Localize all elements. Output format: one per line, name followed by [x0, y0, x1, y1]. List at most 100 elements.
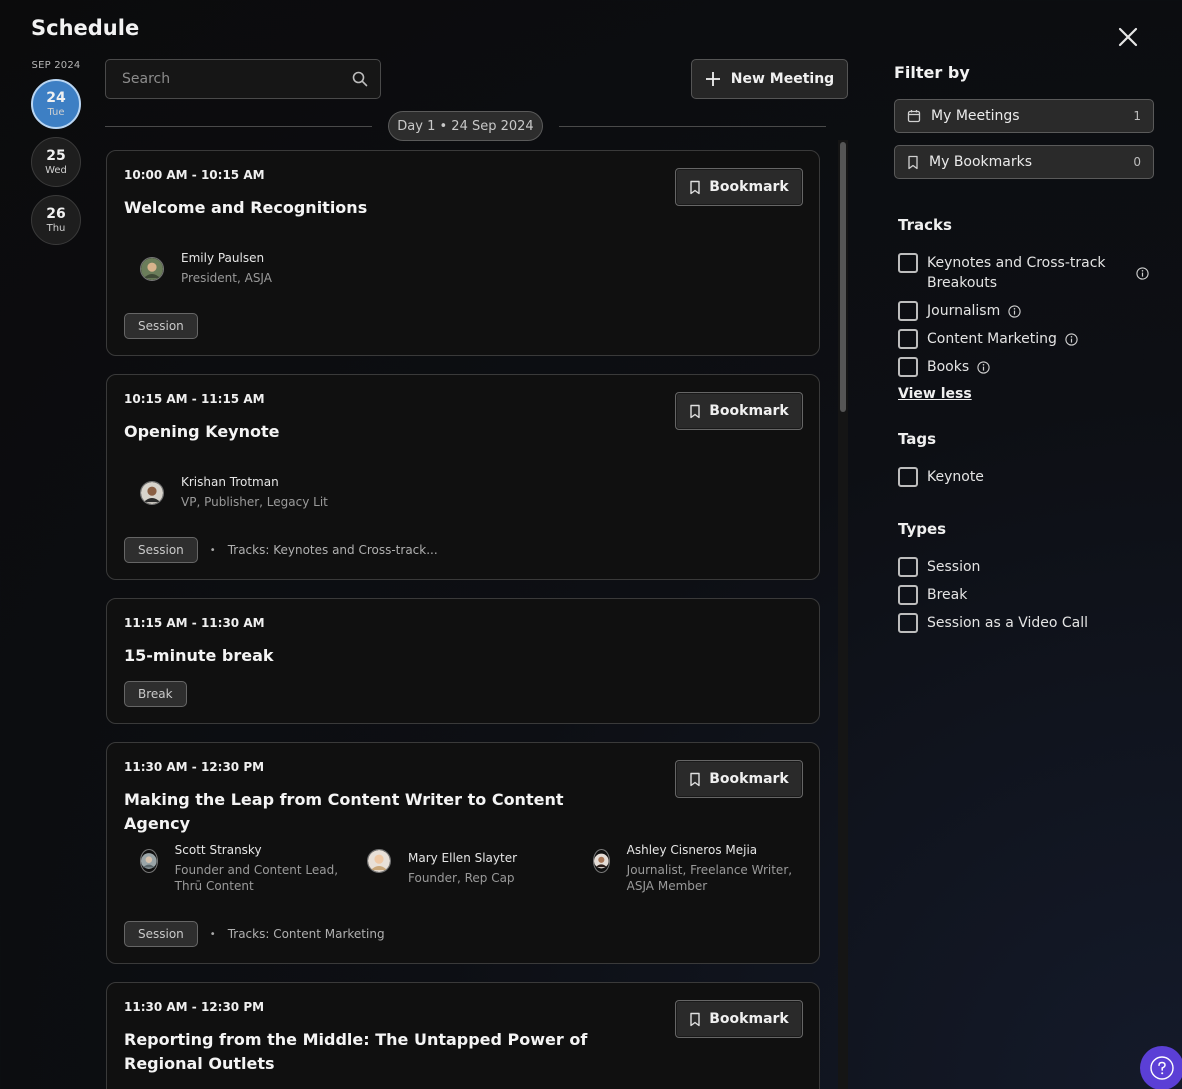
- track-label: Keynotes and Cross-track Breakouts: [927, 255, 1106, 291]
- type-option[interactable]: Session: [898, 557, 980, 577]
- checkbox[interactable]: [898, 467, 918, 487]
- session-title[interactable]: Making the Leap from Content Writer to C…: [124, 788, 624, 836]
- my-bookmarks-label: My Bookmarks: [929, 154, 1033, 170]
- session-title[interactable]: 15-minute break: [124, 644, 624, 668]
- day-number: 25: [46, 147, 66, 164]
- bookmark-icon: [690, 772, 700, 786]
- track-option[interactable]: Content Marketing: [898, 329, 1078, 349]
- checkbox[interactable]: [898, 253, 918, 273]
- speaker[interactable]: Krishan Trotman VP, Publisher, Legacy Li…: [140, 474, 328, 510]
- tracks-heading: Tracks: [898, 216, 952, 234]
- track-option[interactable]: Books: [898, 357, 990, 377]
- speaker[interactable]: Emily Paulsen President, ASJA: [140, 250, 272, 286]
- speaker-name: Mary Ellen Slayter: [408, 851, 518, 865]
- day-weekday: Tue: [47, 106, 65, 118]
- checkbox[interactable]: [898, 329, 918, 349]
- track-label: Books: [927, 359, 970, 375]
- day-25-button[interactable]: 25 Wed: [31, 137, 81, 187]
- session-card[interactable]: 10:15 AM - 11:15 AM Opening Keynote Book…: [106, 374, 820, 580]
- speaker-role: VP, Publisher, Legacy Lit: [181, 495, 328, 509]
- avatar: [140, 257, 164, 281]
- search-input[interactable]: [122, 71, 352, 87]
- checkbox[interactable]: [898, 357, 918, 377]
- day-26-button[interactable]: 26 Thu: [31, 195, 81, 245]
- checkbox[interactable]: [898, 613, 918, 633]
- my-bookmarks-filter[interactable]: My Bookmarks 0: [894, 145, 1154, 179]
- bookmark-button[interactable]: Bookmark: [675, 168, 803, 206]
- plus-icon: [705, 72, 720, 86]
- day-number: 26: [46, 205, 66, 222]
- session-title[interactable]: Reporting from the Middle: The Untapped …: [124, 1028, 624, 1076]
- session-time: 11:30 AM - 12:30 PM: [124, 760, 265, 774]
- type-option[interactable]: Break: [898, 585, 967, 605]
- session-tracks: Tracks: Keynotes and Cross-track...: [227, 543, 438, 557]
- my-meetings-filter[interactable]: My Meetings 1: [894, 99, 1154, 133]
- avatar: [367, 849, 391, 873]
- checkbox[interactable]: [898, 585, 918, 605]
- tag-option[interactable]: Keynote: [898, 467, 984, 487]
- type-tag: Session: [124, 313, 198, 339]
- my-bookmarks-count: 0: [1133, 155, 1141, 169]
- speaker-name: Ashley Cisneros Mejia: [626, 843, 758, 857]
- session-time: 11:30 AM - 12:30 PM: [124, 1000, 265, 1014]
- session-card[interactable]: 10:00 AM - 10:15 AM Welcome and Recognit…: [106, 150, 820, 356]
- track-label: Content Marketing: [927, 331, 1057, 347]
- speaker[interactable]: Mary Ellen Slayter Founder, Rep Cap: [367, 849, 567, 886]
- speaker-name: Scott Stransky: [174, 843, 262, 857]
- avatar: [140, 849, 158, 873]
- speaker[interactable]: Ashley Cisneros Mejia Journalist, Freela…: [593, 842, 793, 894]
- track-label: Journalism: [927, 303, 1001, 319]
- type-label: Session as a Video Call: [927, 615, 1089, 631]
- info-icon[interactable]: [1065, 333, 1078, 346]
- type-label: Break: [927, 587, 968, 603]
- bookmark-button[interactable]: Bookmark: [675, 392, 803, 430]
- speaker[interactable]: Scott Stransky Founder and Content Lead,…: [140, 842, 350, 894]
- session-meta: Break: [124, 681, 187, 707]
- checkbox[interactable]: [898, 301, 918, 321]
- day-24-button[interactable]: 24 Tue: [31, 79, 81, 129]
- types-heading: Types: [898, 520, 947, 538]
- type-tag: Session: [124, 537, 198, 563]
- track-option[interactable]: Journalism: [898, 301, 1021, 321]
- day-weekday: Thu: [46, 222, 66, 234]
- checkbox[interactable]: [898, 557, 918, 577]
- bookmark-label: Bookmark: [709, 179, 789, 195]
- session-tracks: Tracks: Content Marketing: [227, 927, 385, 941]
- bookmark-icon: [908, 155, 918, 169]
- bookmark-button[interactable]: Bookmark: [675, 760, 803, 798]
- search-icon[interactable]: [352, 71, 368, 87]
- speaker-role: Founder and Content Lead, Thrū Content: [174, 863, 339, 893]
- search-box: [105, 59, 381, 99]
- day-divider-chip: Day 1 • 24 Sep 2024: [388, 111, 543, 141]
- speaker-name: Krishan Trotman: [181, 475, 279, 489]
- info-icon[interactable]: [1136, 267, 1149, 280]
- new-meeting-button[interactable]: New Meeting: [691, 59, 848, 99]
- view-less-link[interactable]: View less: [898, 386, 972, 402]
- close-button[interactable]: [1114, 23, 1142, 51]
- bookmark-button[interactable]: Bookmark: [675, 1000, 803, 1038]
- tag-label: Keynote: [927, 469, 984, 485]
- session-meta: Session • Tracks: Keynotes and Cross-tra…: [124, 537, 438, 563]
- bookmark-label: Bookmark: [709, 1011, 789, 1027]
- session-title[interactable]: Opening Keynote: [124, 420, 624, 444]
- info-icon[interactable]: [1008, 305, 1021, 318]
- session-card[interactable]: 11:30 AM - 12:30 PM Making the Leap from…: [106, 742, 820, 964]
- bookmark-label: Bookmark: [709, 771, 789, 787]
- tags-heading: Tags: [898, 430, 937, 448]
- meta-separator: •: [209, 928, 216, 940]
- help-button[interactable]: [1140, 1046, 1182, 1089]
- filter-title: Filter by: [894, 63, 970, 82]
- type-label: Session: [927, 559, 981, 575]
- info-icon[interactable]: [977, 361, 990, 374]
- speaker-role: Journalist, Freelance Writer, ASJA Membe…: [626, 863, 793, 893]
- meta-separator: •: [209, 544, 216, 556]
- session-card[interactable]: 11:15 AM - 11:30 AM 15-minute break Brea…: [106, 598, 820, 724]
- type-option[interactable]: Session as a Video Call: [898, 613, 1088, 633]
- scrollbar-thumb[interactable]: [840, 142, 846, 412]
- session-meta: Session • Tracks: Content Marketing: [124, 921, 385, 947]
- type-tag: Break: [124, 681, 187, 707]
- avatar: [593, 849, 610, 873]
- session-card[interactable]: 11:30 AM - 12:30 PM Reporting from the M…: [106, 982, 820, 1089]
- track-option[interactable]: Keynotes and Cross-track Breakouts: [898, 253, 1154, 293]
- session-title[interactable]: Welcome and Recognitions: [124, 196, 624, 220]
